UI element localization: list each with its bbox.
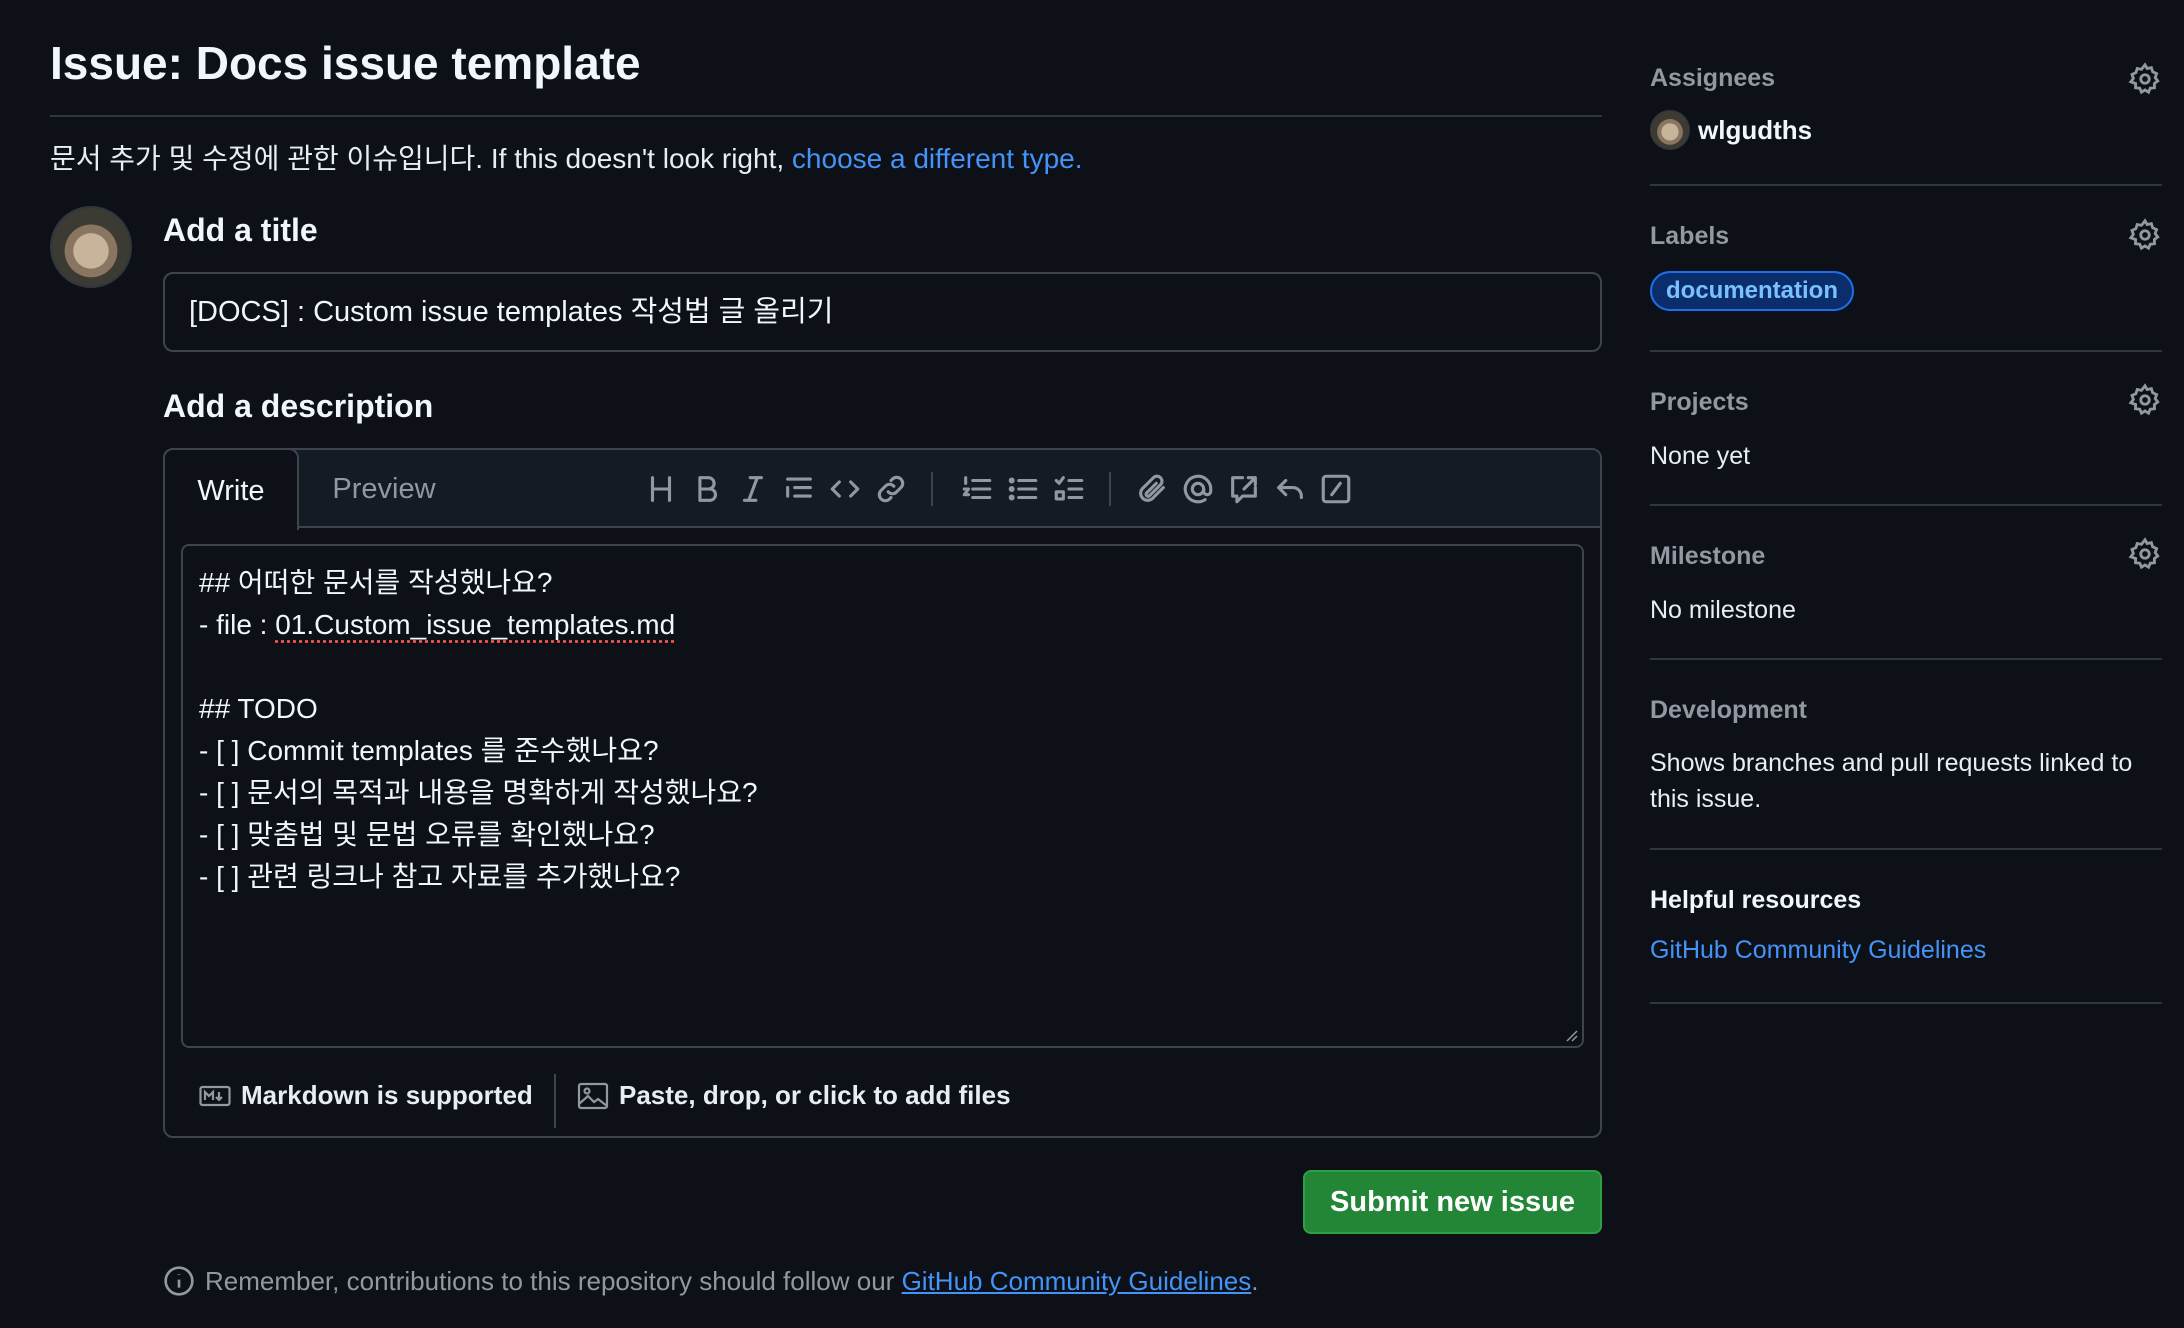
issue-title-input[interactable]: [DOCS] : Custom issue templates 작성법 글 올리… (163, 272, 1602, 352)
editor-footer: Markdown is supported Paste, drop, or cl… (165, 1062, 1600, 1136)
sidebar-guidelines-link[interactable]: GitHub Community Guidelines (1650, 936, 1986, 965)
sidebar-divider (1650, 504, 2162, 506)
labels-heading: Labels (1650, 222, 1730, 250)
markdown-icon (199, 1085, 231, 1106)
development-value: Shows branches and pull requests linked … (1650, 749, 2133, 813)
code-icon[interactable] (824, 468, 866, 510)
attach-files-button[interactable]: Paste, drop, or click to add files (577, 1080, 1011, 1111)
markdown-note: Markdown is supported (241, 1080, 533, 1110)
intro-text: 문서 추가 및 수정에 관한 이슈입니다. If this doesn't lo… (50, 143, 792, 174)
development-heading: Development (1650, 696, 1807, 724)
info-icon (164, 1266, 194, 1296)
attach-note: Paste, drop, or click to add files (619, 1080, 1011, 1110)
helpful-resources-heading: Helpful resources (1650, 886, 1862, 914)
sidebar-divider (1650, 184, 2162, 186)
body-line: - [ ] 문서의 목적과 내용을 명확하게 작성했나요? (199, 777, 758, 808)
note-end: . (1251, 1265, 1259, 1296)
reference-icon[interactable] (1223, 468, 1265, 510)
body-line: ## 어떠한 문서를 작성했나요? (199, 567, 553, 598)
note-text: Remember, contributions to this reposito… (205, 1265, 902, 1296)
task-list-icon[interactable] (1048, 468, 1090, 510)
avatar (1650, 110, 1690, 150)
template-intro: 문서 추가 및 수정에 관한 이슈입니다. If this doesn't lo… (50, 137, 1083, 177)
labels-gear-icon[interactable] (2128, 218, 2162, 252)
assignees-gear-icon[interactable] (2128, 62, 2162, 96)
assignees-heading: Assignees (1650, 64, 1776, 92)
image-icon (577, 1082, 609, 1109)
milestone-heading: Milestone (1650, 542, 1766, 570)
tab-preview[interactable]: Preview (299, 450, 469, 528)
label-documentation[interactable]: documentation (1650, 271, 1854, 311)
body-line: - [ ] Commit templates 를 준수했나요? (199, 735, 659, 766)
sidebar-divider (1650, 658, 2162, 660)
community-guidelines-link[interactable]: GitHub Community Guidelines (902, 1266, 1252, 1296)
sidebar-divider (1650, 350, 2162, 352)
toolbar-divider (931, 472, 933, 506)
markdown-supported-link[interactable]: Markdown is supported (199, 1080, 533, 1111)
reply-icon[interactable] (1269, 468, 1311, 510)
body-line: - [ ] 관련 링크나 참고 자료를 추가했나요? (199, 861, 681, 892)
new-issue-page: Issue: Docs issue template 문서 추가 및 수정에 관… (0, 0, 2184, 1328)
tab-write[interactable]: Write (163, 448, 299, 530)
projects-gear-icon[interactable] (2128, 383, 2162, 417)
projects-heading: Projects (1650, 388, 1749, 416)
slash-commands-icon[interactable] (1315, 468, 1357, 510)
unordered-list-icon[interactable] (1002, 468, 1044, 510)
quote-icon[interactable] (778, 468, 820, 510)
ordered-list-icon[interactable] (956, 468, 998, 510)
description-textarea[interactable]: ## 어떠한 문서를 작성했나요? - file : 01.Custom_iss… (181, 544, 1584, 1048)
assignee-name: wlgudths (1698, 114, 1813, 145)
body-line: - [ ] 맞춤법 및 문법 오류를 확인했나요? (199, 819, 655, 850)
description-editor: Write Preview ## 어떠한 문서를 작성했나요? - file:… (163, 448, 1602, 1138)
title-label: Add a title (163, 212, 318, 248)
mention-icon[interactable] (1177, 468, 1219, 510)
sidebar-divider (1650, 1002, 2162, 1004)
author-avatar (50, 206, 132, 288)
italic-icon[interactable] (732, 468, 774, 510)
body-line: - file : (199, 609, 276, 640)
projects-value: None yet (1650, 442, 1751, 470)
milestone-value: No milestone (1650, 596, 1796, 624)
heading-icon[interactable] (640, 468, 682, 510)
description-label: Add a description (163, 388, 434, 424)
body-line: ## TODO (199, 693, 318, 724)
milestone-gear-icon[interactable] (2128, 537, 2162, 571)
contribution-note: Remember, contributions to this reposito… (163, 1265, 1259, 1297)
editor-toolbar: Write Preview (163, 448, 1600, 530)
attach-icon[interactable] (1131, 468, 1173, 510)
resize-handle-icon[interactable] (1564, 1028, 1578, 1042)
sidebar-divider (1650, 848, 2162, 850)
submit-issue-button[interactable]: Submit new issue (1303, 1170, 1602, 1234)
title-divider (50, 115, 1602, 117)
body-filename: 01.Custom_issue_templates.md (275, 609, 676, 640)
footer-divider (554, 1074, 556, 1128)
link-icon[interactable] (870, 468, 912, 510)
choose-type-link[interactable]: choose a different type. (792, 143, 1083, 174)
assignee-user[interactable]: wlgudths (1650, 110, 1812, 150)
bold-icon[interactable] (686, 468, 728, 510)
page-title: Issue: Docs issue template (50, 37, 641, 89)
toolbar-divider (1109, 472, 1111, 506)
